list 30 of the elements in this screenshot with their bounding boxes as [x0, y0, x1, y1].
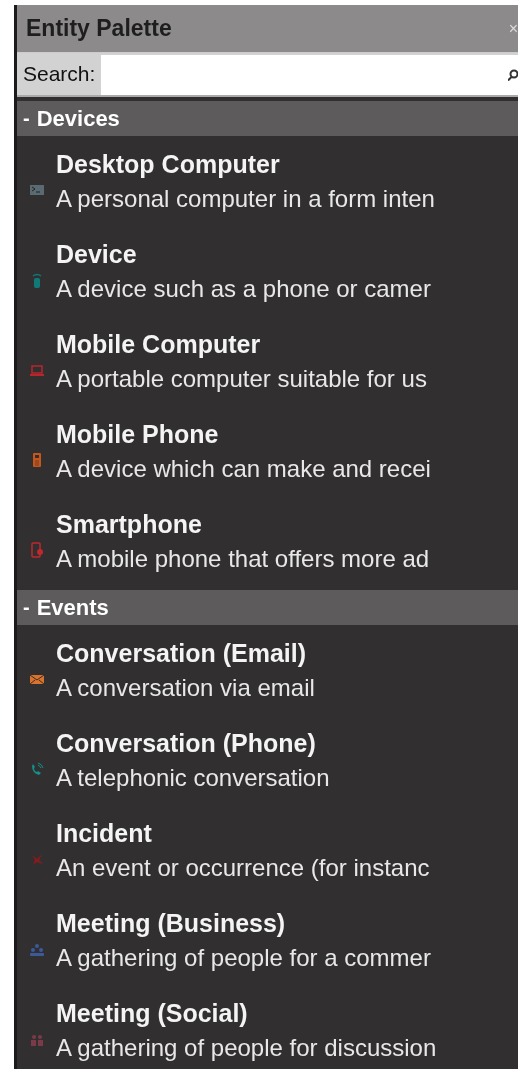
collapse-toggle[interactable]: - — [23, 107, 30, 130]
entity-description: A gathering of people for a commer — [56, 943, 431, 972]
collapse-toggle[interactable]: - — [23, 596, 30, 619]
entity-title[interactable]: Smartphone — [56, 509, 430, 539]
entity-description: A mobile phone that offers more ad — [56, 544, 430, 573]
entity-description: A personal computer in a form inten — [56, 184, 435, 213]
search-icon[interactable] — [508, 69, 518, 81]
search-field[interactable] — [101, 55, 518, 95]
entity-title[interactable]: Mobile Phone — [56, 419, 431, 449]
entity-description: A telephonic conversation — [56, 763, 330, 792]
entity-title[interactable]: Conversation (Phone) — [56, 728, 330, 758]
entity-title[interactable]: Meeting (Business) — [56, 908, 431, 938]
entity-title[interactable]: Meeting (Social) — [56, 998, 437, 1028]
entity-title[interactable]: Mobile Computer — [56, 329, 427, 359]
category-name: Devices — [36, 105, 120, 132]
entity-description: A gathering of people for discussion — [56, 1033, 437, 1062]
category-name: Events — [36, 594, 109, 621]
entity-title[interactable]: Conversation (Email) — [56, 638, 315, 668]
window-title: Entity Palette — [26, 15, 172, 42]
entity-description: An event or occurrence (for instanc — [56, 853, 430, 882]
entity-title[interactable]: Desktop Computer — [56, 149, 435, 179]
entity-description: A device such as a phone or camer — [56, 274, 431, 303]
search-label: Search: — [22, 61, 97, 87]
entity-description: A device which can make and recei — [56, 454, 431, 483]
entity-title[interactable]: Incident — [56, 818, 430, 848]
entity-description: A portable computer suitable for us — [56, 364, 427, 393]
category-header[interactable]: - Events — [17, 590, 518, 625]
category-header[interactable]: - Devices — [17, 101, 518, 136]
entity-title[interactable]: Device — [56, 239, 431, 269]
entity-description: A conversation via email — [56, 673, 315, 702]
